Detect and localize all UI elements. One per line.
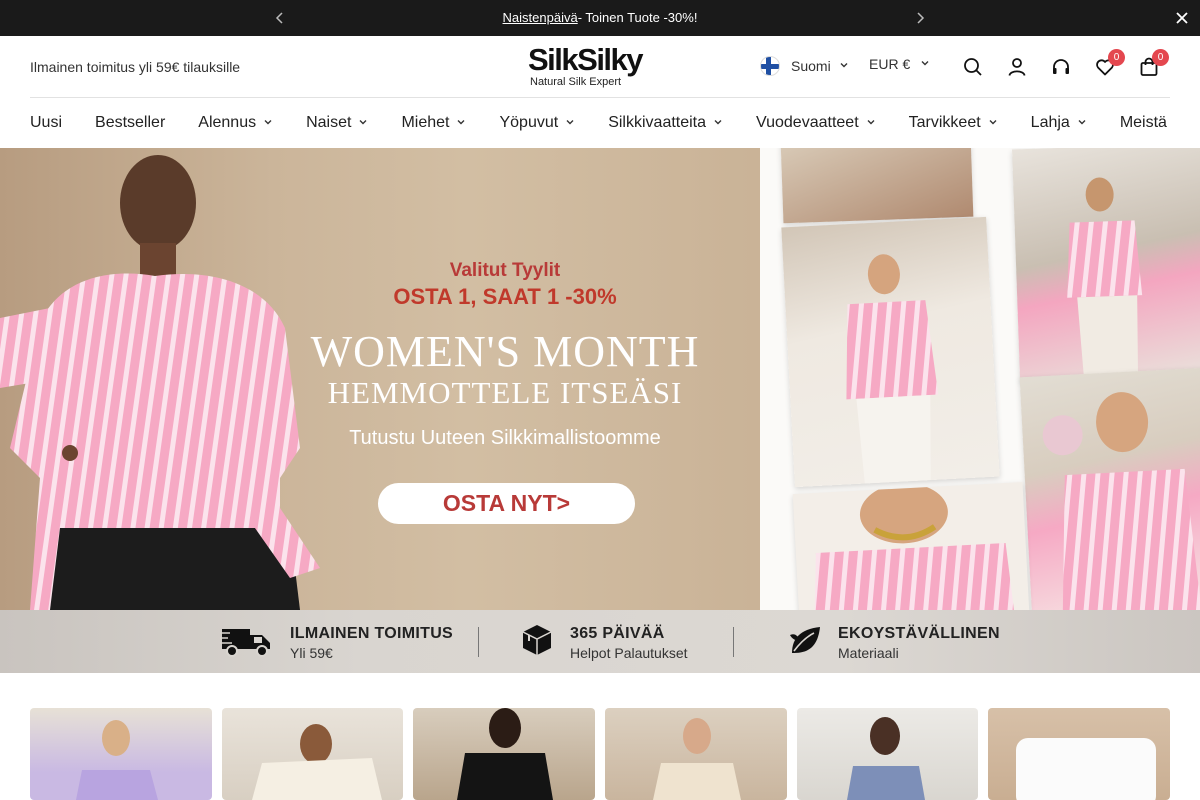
usp-eco: EKOYSTÄVÄLLINEN Materiaali (788, 623, 1000, 662)
collage-photo (1012, 148, 1200, 382)
nav-item-label: Vuodevaatteet (756, 114, 859, 131)
nav-item-label: Uusi (30, 114, 63, 131)
hero-photo-collage (760, 148, 1200, 610)
chevron-down-icon (920, 58, 930, 71)
cart-bag-icon[interactable]: 0 (1138, 49, 1169, 78)
close-icon[interactable] (1172, 8, 1192, 28)
category-card[interactable] (605, 708, 787, 800)
nav-item-yöpuvut[interactable]: Yöpuvut (499, 114, 575, 132)
chevron-right-icon[interactable] (911, 9, 929, 27)
chevron-down-icon (713, 117, 723, 130)
package-box-icon (520, 623, 554, 662)
nav-item-label: Meistä (1119, 114, 1167, 131)
usp-bar: ILMAINEN TOIMITUS Yli 59€ 365 PÄIVÄÄ Hel… (0, 610, 1200, 673)
headset-support-icon[interactable] (1050, 56, 1072, 78)
nav-item-label: Silkkivaatteita (608, 114, 707, 131)
cart-count-badge: 0 (1152, 49, 1169, 66)
nav-item-lahja[interactable]: Lahja (1031, 114, 1087, 132)
collage-photo (781, 216, 1000, 488)
nav-item-label: Alennus (198, 114, 257, 131)
category-card[interactable] (796, 708, 979, 800)
category-card[interactable] (30, 708, 212, 800)
hero-tagline: HEMMOTTELE ITSEÄSI (327, 375, 683, 410)
nav-item-label: Bestseller (95, 114, 166, 131)
free-shipping-promo: Ilmainen toimitus yli 59€ tilauksille (30, 59, 241, 75)
collage-photo (792, 482, 1030, 610)
nav-item-meistä[interactable]: Meistä (1120, 114, 1167, 132)
finland-flag-icon (760, 56, 780, 76)
hero-banner[interactable]: Valitut Tyylit OSTA 1, SAAT 1 -30% WOMEN… (0, 148, 1200, 610)
currency-selector[interactable]: EUR € (869, 56, 930, 72)
usp-separator (733, 627, 734, 657)
nav-item-label: Miehet (401, 114, 450, 131)
nav-item-label: Naiset (306, 114, 352, 131)
nav-item-vuodevaatteet[interactable]: Vuodevaatteet (756, 114, 876, 132)
language-selector[interactable]: Suomi (760, 56, 849, 76)
chevron-down-icon (456, 117, 466, 130)
announcement-link[interactable]: Naistenpäivä (503, 10, 578, 25)
hero-title: WOMEN'S MONTH (310, 327, 700, 376)
account-icon[interactable] (1006, 56, 1028, 78)
nav-item-bestseller[interactable]: Bestseller (95, 114, 165, 132)
collage-photo (780, 148, 974, 224)
usp-free-shipping: ILMAINEN TOIMITUS Yli 59€ (220, 623, 453, 662)
currency-label: EUR € (869, 56, 911, 72)
nav-item-alennus[interactable]: Alennus (198, 114, 273, 132)
wishlist-count-badge: 0 (1108, 49, 1125, 66)
chevron-down-icon (988, 117, 998, 130)
usp-subtitle: Yli 59€ (290, 644, 333, 661)
announcement-bar: Naistenpäivä- Toinen Tuote -30%! (0, 0, 1200, 36)
usp-returns: 365 PÄIVÄÄ Helpot Palautukset (520, 623, 688, 662)
category-card[interactable] (413, 708, 596, 800)
nav-item-silkkivaatteita[interactable]: Silkkivaatteita (608, 114, 723, 132)
usp-title: 365 PÄIVÄÄ (570, 624, 665, 642)
category-card[interactable] (221, 708, 404, 800)
chevron-down-icon (358, 117, 368, 130)
site-logo[interactable]: SilkSilky Natural Silk Expert (528, 42, 673, 89)
chevron-down-icon (565, 117, 575, 130)
usp-subtitle: Helpot Palautukset (570, 644, 688, 661)
chevron-down-icon (263, 117, 273, 130)
wishlist-heart-icon[interactable]: 0 (1094, 49, 1125, 78)
site-header: Ilmainen toimitus yli 59€ tilauksille Si… (0, 36, 1200, 98)
usp-subtitle: Materiaali (838, 644, 899, 661)
nav-item-label: Tarvikkeet (908, 114, 981, 131)
nav-item-uusi[interactable]: Uusi (30, 114, 62, 132)
main-navigation: Uusi Bestseller Alennus Naiset Miehet Yöpuvut… (30, 98, 1200, 148)
leaf-icon (788, 623, 822, 662)
nav-item-naiset[interactable]: Naiset (306, 114, 368, 132)
nav-item-label: Lahja (1030, 114, 1070, 131)
hero-offer: OSTA 1, SAAT 1 -30% (393, 284, 617, 309)
usp-title: EKOYSTÄVÄLLINEN (838, 624, 1000, 642)
logo-tagline: Natural Silk Expert (530, 76, 622, 88)
usp-separator (478, 627, 479, 657)
chevron-down-icon (866, 117, 876, 130)
hero-description: Tutustu Uuteen Silkkimallistoomme (349, 427, 661, 449)
delivery-truck-icon (220, 623, 274, 662)
announcement-message: Naistenpäivä- Toinen Tuote -30%! (0, 10, 1200, 25)
collage-photo (1019, 366, 1200, 610)
chevron-down-icon (1077, 117, 1087, 130)
nav-item-tarvikkeet[interactable]: Tarvikkeet (909, 114, 998, 132)
shop-now-button[interactable]: OSTA NYT> (378, 483, 635, 524)
hero-subheading: Valitut Tyylit (449, 260, 561, 281)
chevron-down-icon (839, 60, 849, 73)
nav-item-label: Yöpuvut (499, 114, 559, 131)
category-card[interactable] (988, 708, 1171, 800)
logo-brand: SilkSilky (528, 42, 644, 77)
usp-title: ILMAINEN TOIMITUS (290, 624, 454, 642)
product-category-row (30, 708, 1171, 800)
nav-item-miehet[interactable]: Miehet (401, 114, 466, 132)
language-label: Suomi (791, 58, 831, 74)
search-icon[interactable] (962, 56, 984, 78)
announcement-text: - Toinen Tuote -30%! (577, 10, 698, 25)
